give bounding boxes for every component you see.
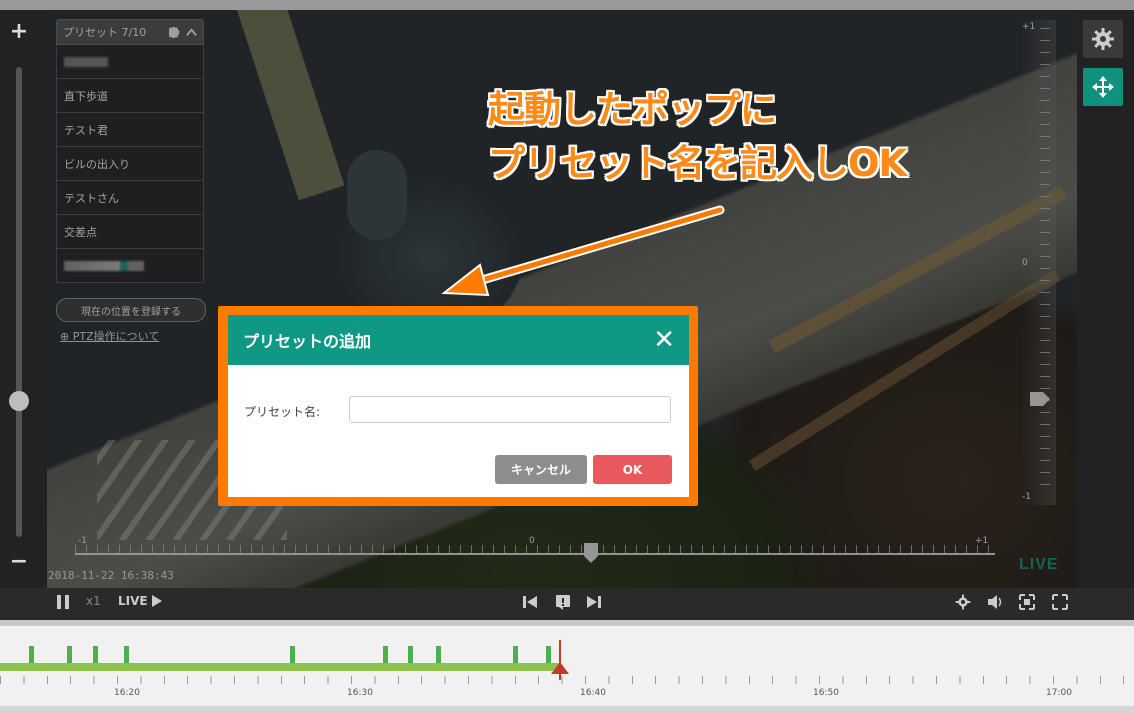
- zoom-slider-handle[interactable]: [9, 391, 29, 411]
- zoom-bar: + −: [0, 10, 47, 588]
- fit-screen-icon: [1019, 594, 1035, 610]
- event-marker[interactable]: [513, 646, 518, 663]
- preset-name-input[interactable]: [349, 396, 671, 423]
- timeline-bottom-band: [0, 706, 1134, 713]
- player-settings-button[interactable]: [955, 594, 971, 610]
- tutorial-annotation: 起動したポップに プリセット名を記入しOK: [488, 83, 907, 191]
- add-preset-dialog: プリセットの追加 ✕ プリセット名: キャンセル OK: [228, 315, 689, 497]
- snapshot-button[interactable]: [555, 594, 571, 610]
- ok-button[interactable]: OK: [593, 455, 672, 484]
- timeline-label: 16:50: [813, 688, 839, 698]
- zoom-out-button[interactable]: −: [9, 551, 29, 573]
- event-marker[interactable]: [93, 646, 98, 663]
- playback-controls: x1 LIVE: [0, 588, 1134, 620]
- skip-back-icon: [523, 596, 537, 608]
- event-marker[interactable]: [546, 646, 551, 663]
- zoom-slider-track[interactable]: [16, 67, 22, 537]
- recorded-range-bar: [0, 663, 560, 671]
- gear-icon: [1092, 28, 1114, 50]
- timeline-label: 17:00: [1046, 688, 1072, 698]
- timeline-cursor[interactable]: [559, 640, 561, 680]
- pause-icon: [57, 595, 69, 609]
- snapshot-icon: [556, 595, 570, 610]
- fullscreen-button[interactable]: [1052, 594, 1068, 610]
- play-icon: [151, 595, 162, 607]
- playback-speed[interactable]: x1: [86, 594, 101, 608]
- event-marker[interactable]: [408, 646, 413, 663]
- event-marker[interactable]: [67, 646, 72, 663]
- timeline-label: 16:30: [347, 688, 373, 698]
- live-button[interactable]: LIVE: [118, 594, 163, 608]
- settings-button[interactable]: [1083, 20, 1123, 58]
- annotation-line-1: 起動したポップに: [488, 88, 777, 131]
- right-toolbar: [1077, 10, 1134, 588]
- ptz-move-button[interactable]: [1083, 68, 1123, 106]
- cancel-button[interactable]: キャンセル: [495, 455, 587, 484]
- pause-button[interactable]: [56, 594, 70, 610]
- skip-back-button[interactable]: [522, 594, 538, 610]
- event-marker[interactable]: [290, 646, 295, 663]
- volume-button[interactable]: [987, 594, 1005, 610]
- live-button-label: LIVE: [118, 594, 148, 608]
- dialog-title: プリセットの追加: [243, 332, 372, 351]
- fullscreen-icon: [1052, 594, 1068, 610]
- timeline-label: 16:20: [114, 688, 140, 698]
- skip-forward-icon: [587, 596, 601, 608]
- speaker-icon: [988, 595, 1002, 609]
- fit-screen-button[interactable]: [1019, 594, 1035, 610]
- preset-name-label: プリセット名:: [244, 405, 321, 419]
- top-bar: [0, 0, 1134, 10]
- annotation-line-2: プリセット名を記入しOK: [488, 142, 907, 185]
- event-marker[interactable]: [383, 646, 388, 663]
- event-marker[interactable]: [29, 646, 34, 663]
- skip-forward-button[interactable]: [586, 594, 602, 610]
- timeline-label: 16:40: [580, 688, 606, 698]
- move-arrows-icon: [1092, 76, 1114, 98]
- zoom-in-button[interactable]: +: [9, 21, 29, 43]
- annotation-arrow: [441, 205, 725, 297]
- timeline-top-band: [0, 620, 1134, 626]
- close-icon[interactable]: ✕: [653, 327, 675, 353]
- timeline-ruler: [0, 676, 1134, 684]
- gear-icon: [955, 594, 971, 610]
- event-marker[interactable]: [124, 646, 129, 663]
- event-marker[interactable]: [436, 646, 441, 663]
- dialog-header: プリセットの追加 ✕: [228, 315, 689, 365]
